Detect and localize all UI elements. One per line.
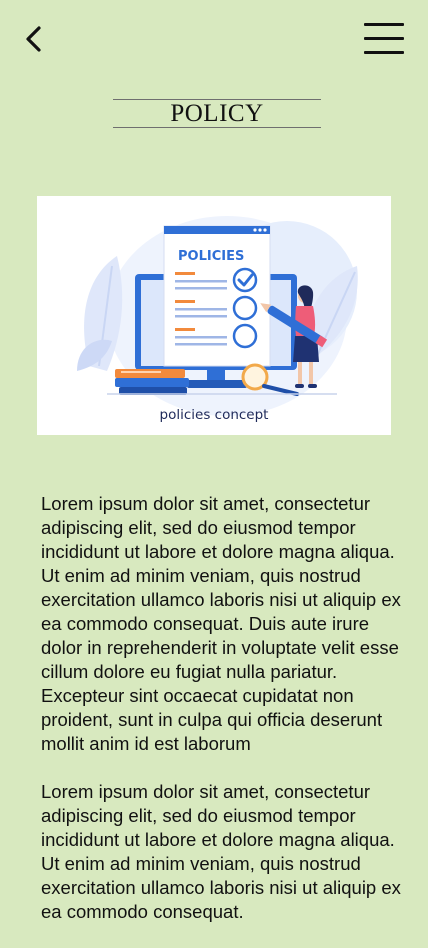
back-button[interactable] bbox=[18, 22, 50, 56]
menu-button[interactable] bbox=[362, 20, 406, 58]
hamburger-line bbox=[364, 51, 404, 54]
hamburger-line bbox=[364, 37, 404, 40]
policies-illustration: POLICIES policies concept bbox=[37, 196, 391, 435]
chevron-left-icon bbox=[26, 26, 41, 52]
page-title-frame: POLICY bbox=[113, 99, 321, 128]
policy-content: Lorem ipsum dolor sit amet, consectetur … bbox=[41, 492, 401, 948]
image-caption: policies concept bbox=[160, 407, 269, 423]
page-title: POLICY bbox=[170, 100, 264, 127]
policy-paragraph: Lorem ipsum dolor sit amet, consectetur … bbox=[41, 493, 401, 754]
hamburger-menu-icon bbox=[364, 23, 404, 26]
policy-paragraph: Lorem ipsum dolor sit amet, consectetur … bbox=[41, 781, 401, 922]
image-heading: POLICIES bbox=[178, 249, 244, 264]
